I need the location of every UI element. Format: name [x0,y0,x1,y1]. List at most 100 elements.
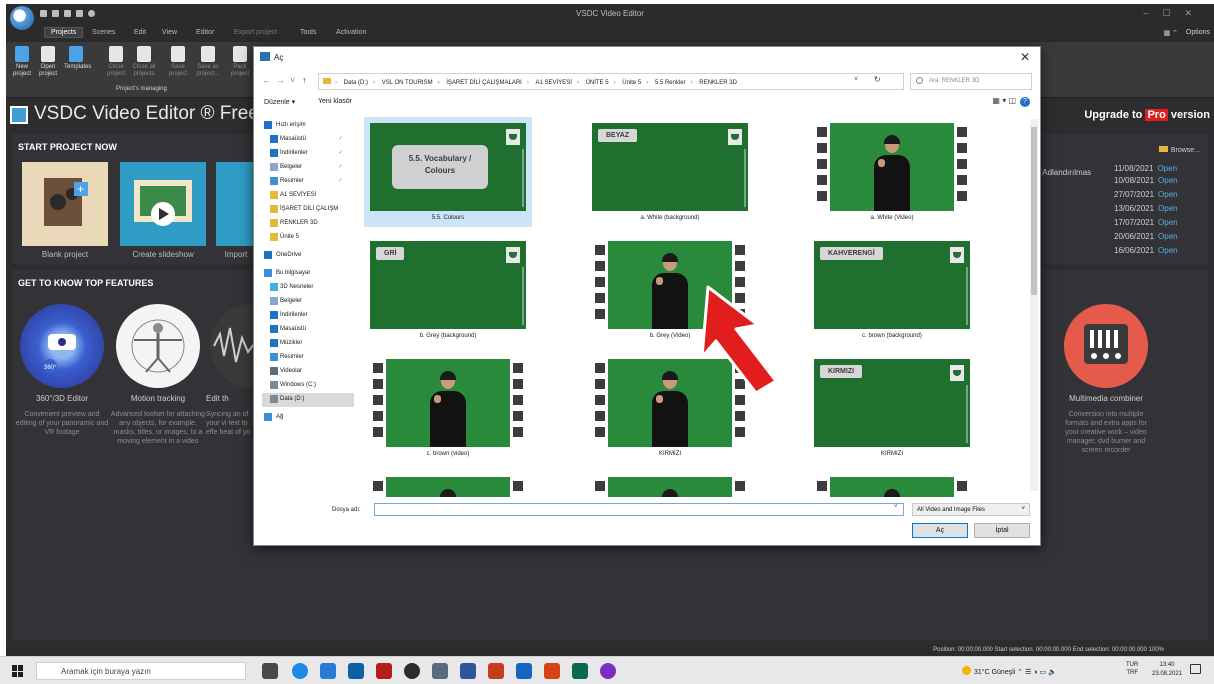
nav-item[interactable]: OneDrive [262,249,354,263]
file-thumbnail[interactable]: BEYAZ a. White (background) [586,117,754,227]
file-thumbnail[interactable]: KAHVERENGİ c. brown (background) [808,235,976,345]
forward-arrow-icon[interactable]: → [276,75,285,85]
nav-item[interactable]: Resimler ✓ [262,175,354,189]
menu-scenes[interactable]: Scenes [92,29,115,36]
view-options[interactable]: ▦ ▾ ◫? [992,96,1030,107]
upgrade-link[interactable]: Upgrade to Pro version [1084,109,1210,121]
nav-item[interactable]: Masaüstü ✓ [262,133,354,147]
recent-project-row[interactable]: 10/08/2021 Open [1114,176,1178,185]
file-type-filter[interactable]: All Video and Image Files ˅ [912,503,1030,516]
mail-icon[interactable] [348,663,364,679]
menu-view[interactable]: View [162,29,177,36]
view-mode-icon[interactable]: ▦ ▾ [992,96,1006,105]
pin-icon[interactable]: ✓ [338,163,343,170]
new-folder-button[interactable]: Yeni klasör [318,98,352,105]
system-tray[interactable]: 31°C Güneşli ⌃ ☰ ◑ ▭ 🔈 [962,666,1057,676]
nav-item[interactable]: Ağ [262,411,354,425]
back-arrow-icon[interactable]: ← [262,75,271,85]
nav-item[interactable]: Data (D:) [262,393,354,407]
breadcrumb-item[interactable]: Ünite 5 [622,80,641,86]
browser-icon[interactable] [600,663,616,679]
pdf-app-icon[interactable] [544,663,560,679]
notification-icon[interactable] [1190,664,1201,674]
nav-item[interactable]: Belgeler [262,295,354,309]
menu-edit[interactable]: Edit [134,29,146,36]
recent-project-row[interactable]: 27/07/2021 Open [1114,190,1178,199]
windows-start-icon[interactable] [12,665,24,677]
open-button[interactable]: Aç [912,523,968,538]
nav-item[interactable]: Müzikler [262,337,354,351]
pack-project-button[interactable]: Pack project [228,46,252,78]
nav-item[interactable]: Videolar [262,365,354,379]
nav-item[interactable]: İŞARET DİLİ ÇALIŞM [262,203,354,217]
create-slideshow-tile[interactable] [120,162,206,246]
nav-item[interactable]: Masaüstü [262,323,354,337]
file-thumbnail[interactable]: a. White (Video) [808,117,976,227]
up-arrow-icon[interactable]: ↑ [302,75,307,85]
quick-open-icon[interactable] [52,10,59,17]
language-indicator[interactable]: TUR TRF [1126,661,1138,677]
scrollbar-thumb[interactable] [1031,127,1037,295]
nav-item[interactable]: Belgeler ✓ [262,161,354,175]
pin-icon[interactable]: ✓ [338,149,343,156]
edge-browser-icon[interactable] [292,663,308,679]
file-thumbnail[interactable]: KIRMIZI KIRMIZI [808,353,976,463]
breadcrumb-item[interactable]: VSL ON TOURISM [382,80,433,86]
options-menu[interactable]: Options [1186,29,1210,36]
browse-link[interactable]: Browse... [1158,146,1200,154]
nav-item[interactable]: İndirilenler [262,309,354,323]
motion-tracking-circle[interactable] [116,304,200,388]
organize-menu[interactable]: Düzenle ▾ [264,98,295,106]
close-project-button[interactable]: Close project [104,46,128,78]
breadcrumb-item[interactable]: RENKLER 3D [699,80,737,86]
taskbar-clock[interactable]: 13:40 23.08.2021 [1152,661,1182,679]
recent-project-row[interactable]: 17/07/2021 Open [1114,218,1178,227]
vsdc-taskbar-icon[interactable] [572,663,588,679]
nav-item[interactable]: Hızlı erişim [262,119,354,133]
file-thumbnail[interactable] [364,471,532,497]
save-as-project-button[interactable]: Save as project... [196,46,220,78]
multimedia-combiner-circle[interactable] [1064,304,1148,388]
nav-item[interactable]: Resimler [262,351,354,365]
recent-chevron-icon[interactable]: ˅ [290,75,295,85]
address-dropdown-icon[interactable]: ˅ [854,76,858,83]
nav-item[interactable]: 3D Nesneler [262,281,354,295]
layout-icon[interactable]: ▦ ⌃ [1164,29,1178,37]
calculator-icon[interactable] [432,663,448,679]
media-app-icon[interactable] [376,663,392,679]
app-logo-icon[interactable] [10,6,34,30]
help-icon[interactable]: ? [1020,97,1030,107]
nav-item[interactable]: Ünite 5 [262,231,354,245]
recent-project-row[interactable]: 11/08/2021 Open [1114,164,1177,173]
templates-button[interactable]: Templates [64,46,91,71]
file-thumbnail[interactable] [586,471,754,497]
file-thumbnail[interactable]: GRİ b. Grey (background) [364,235,532,345]
blank-project-tile[interactable]: + [22,162,108,246]
store-icon[interactable] [320,663,336,679]
pin-icon[interactable]: ✓ [338,177,343,184]
breadcrumb-item[interactable]: ÜNİTE 5 [586,80,609,86]
breadcrumb-item[interactable]: İŞARET DİLİ ÇALIŞMALARI [446,80,522,86]
recent-project-row[interactable]: 16/06/2021 Open [1114,246,1178,255]
filename-dropdown-icon[interactable]: ˅ [894,504,898,510]
quick-new-icon[interactable] [64,10,71,17]
360-editor-circle[interactable]: 360° [20,304,104,388]
file-thumbnail[interactable]: 5.5. Vocabulary / Colours 5.5. Colours [364,117,532,227]
file-thumbnail[interactable] [808,471,976,497]
import-tile[interactable] [216,162,256,246]
search-input[interactable]: Ara: RENKLER 3D [910,73,1032,90]
menu-activation[interactable]: Activation [336,29,366,36]
recent-project-row[interactable]: 20/06/2021 Open [1114,232,1178,241]
file-thumbnail[interactable]: c. brown (video) [364,353,532,463]
task-view-icon[interactable] [262,663,278,679]
nav-item[interactable]: Bu bilgisayar [262,267,354,281]
quick-undo-icon[interactable] [76,10,83,17]
pin-icon[interactable]: ✓ [338,135,343,142]
new-project-button[interactable]: New project [10,46,34,78]
window-controls[interactable]: –☐✕ [1143,8,1206,19]
quick-save-icon[interactable] [40,10,47,17]
recent-project-name[interactable]: n Adlandırılmas [1036,168,1091,177]
breadcrumb-item[interactable]: 5.5 Renkler [655,80,686,86]
close-all-projects-button[interactable]: Close all projects [132,46,156,78]
menu-editor[interactable]: Editor [196,29,214,36]
